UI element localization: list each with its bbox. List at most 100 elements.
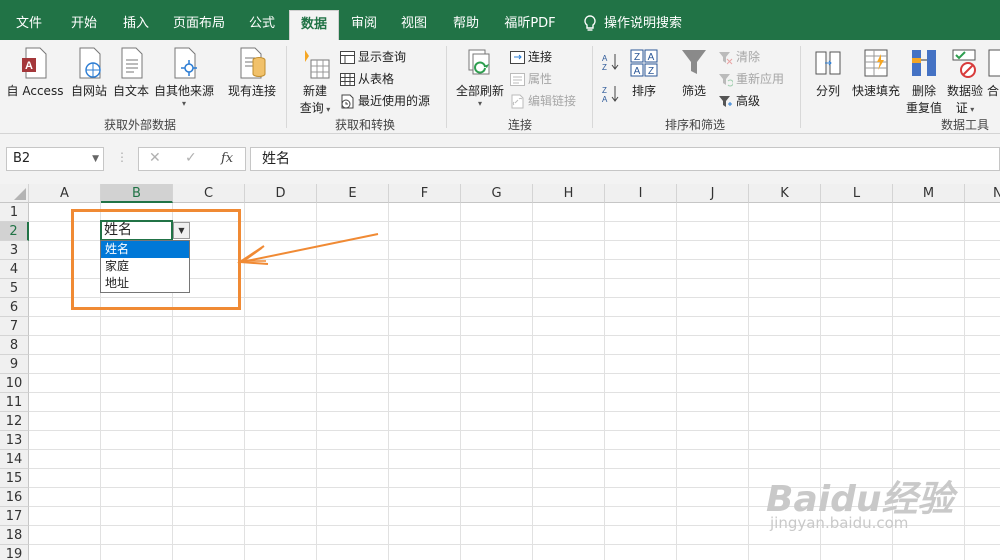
from-web-button[interactable]: 自网站 <box>68 46 110 99</box>
column-header[interactable]: I <box>605 184 677 203</box>
edit-links-button[interactable]: 编辑链接 <box>510 92 576 109</box>
flash-fill-button[interactable]: 快速填充 <box>850 46 902 99</box>
data-validation-icon <box>952 49 976 78</box>
sort-dialog-icon: Z AA Z <box>630 49 658 77</box>
ribbon-separator <box>592 46 593 128</box>
new-query-label-2: 查询 <box>299 101 324 115</box>
column-header[interactable]: H <box>533 184 605 203</box>
data-validation-button[interactable]: 数据验 证 ▾ <box>946 46 984 116</box>
column-header[interactable]: G <box>461 184 533 203</box>
row-header[interactable]: 3 <box>0 241 29 260</box>
validation-label-2: 证 <box>955 101 968 115</box>
access-icon: A <box>22 47 47 79</box>
table-icon <box>340 73 355 86</box>
new-query-label-1: 新建 <box>302 84 327 98</box>
refresh-all-button[interactable]: 全部刷新 ▾ <box>452 46 508 108</box>
sort-az-button[interactable]: AZ <box>600 52 622 75</box>
row-header[interactable]: 10 <box>0 374 29 393</box>
reapply-button[interactable]: 重新应用 <box>718 70 784 87</box>
tab-foxit-pdf[interactable]: 福昕PDF <box>498 8 562 40</box>
consolidate-button[interactable]: 合 <box>986 46 1000 99</box>
row-header[interactable]: 4 <box>0 260 29 279</box>
formula-input[interactable]: 姓名 <box>250 147 1000 171</box>
from-table-button[interactable]: 从表格 <box>340 70 394 87</box>
existing-connections-button[interactable]: 现有连接 <box>224 46 280 99</box>
svg-text:A: A <box>648 52 655 63</box>
from-text-button[interactable]: 自文本 <box>110 46 152 99</box>
row-header[interactable]: 17 <box>0 507 29 526</box>
clear-filter-button[interactable]: 清除 <box>718 48 760 65</box>
column-header[interactable]: D <box>245 184 317 203</box>
ribbon-separator <box>286 46 287 128</box>
insert-function-icon[interactable]: fx <box>221 151 233 166</box>
sort-za-button[interactable]: ZA <box>600 84 622 107</box>
recent-sources-label: 最近使用的源 <box>358 94 431 108</box>
column-header[interactable]: A <box>29 184 101 203</box>
tell-me-search[interactable]: 操作说明搜索 <box>604 8 682 40</box>
chevron-down-icon[interactable]: ▼ <box>92 148 99 170</box>
column-header[interactable]: C <box>173 184 245 203</box>
gridline <box>29 449 1000 450</box>
row-header[interactable]: 7 <box>0 317 29 336</box>
row-header[interactable]: 1 <box>0 203 29 222</box>
connections-icon <box>510 51 525 64</box>
column-header[interactable]: E <box>317 184 389 203</box>
row-header[interactable]: 14 <box>0 450 29 469</box>
tab-view[interactable]: 视图 <box>392 8 436 40</box>
column-header[interactable]: K <box>749 184 821 203</box>
column-header[interactable]: N <box>965 184 1000 203</box>
recent-sources-button[interactable]: 最近使用的源 <box>340 92 430 109</box>
row-header[interactable]: 5 <box>0 279 29 298</box>
tab-data[interactable]: 数据 <box>289 10 339 41</box>
properties-label: 属性 <box>528 72 553 86</box>
new-query-icon <box>305 50 330 79</box>
tab-home[interactable]: 开始 <box>62 8 106 40</box>
tab-formulas[interactable]: 公式 <box>240 8 284 40</box>
tab-help[interactable]: 帮助 <box>444 8 488 40</box>
row-header[interactable]: 11 <box>0 393 29 412</box>
name-box[interactable]: B2 ▼ <box>6 147 104 171</box>
remove-dup-label-2: 重复值 <box>905 101 942 115</box>
gridline <box>29 430 1000 431</box>
advanced-filter-button[interactable]: 高级 <box>718 92 760 109</box>
remove-duplicates-button[interactable]: 删除 重复值 <box>904 46 944 116</box>
row-header[interactable]: 6 <box>0 298 29 317</box>
sort-button[interactable]: ZAAZ 排序 <box>626 46 662 99</box>
column-header-selected[interactable]: B <box>101 184 173 203</box>
show-queries-button[interactable]: 显示查询 <box>340 48 406 65</box>
row-header[interactable]: 19 <box>0 545 29 560</box>
tab-review[interactable]: 审阅 <box>342 8 386 40</box>
column-header[interactable]: F <box>389 184 461 203</box>
column-header[interactable]: J <box>677 184 749 203</box>
tab-page-layout[interactable]: 页面布局 <box>168 8 230 40</box>
row-header[interactable]: 8 <box>0 336 29 355</box>
from-other-sources-button[interactable]: 自其他来源 ▾ <box>152 46 216 108</box>
column-header[interactable]: M <box>893 184 965 203</box>
row-header[interactable]: 12 <box>0 412 29 431</box>
svg-text:A: A <box>602 54 608 63</box>
row-header[interactable]: 13 <box>0 431 29 450</box>
drag-handle-icon[interactable]: ⋮ <box>116 150 128 164</box>
row-header[interactable]: 18 <box>0 526 29 545</box>
from-access-button[interactable]: A 自 Access <box>4 46 66 99</box>
new-query-button[interactable]: 新建 查询 ▾ <box>294 46 336 116</box>
row-header[interactable]: 9 <box>0 355 29 374</box>
from-text-label: 自文本 <box>112 84 149 98</box>
cancel-icon[interactable]: ✕ <box>149 150 161 166</box>
row-header[interactable]: 15 <box>0 469 29 488</box>
text-to-columns-button[interactable]: 分列 <box>810 46 846 99</box>
row-header[interactable]: 16 <box>0 488 29 507</box>
column-header[interactable]: L <box>821 184 893 203</box>
name-box-value: B2 <box>13 151 31 166</box>
tab-file[interactable]: 文件 <box>8 8 50 40</box>
gridline <box>29 354 1000 355</box>
connections-button[interactable]: 连接 <box>510 48 552 65</box>
select-all-button[interactable] <box>0 184 29 203</box>
tab-insert[interactable]: 插入 <box>114 8 158 40</box>
row-header-selected[interactable]: 2 <box>0 222 29 241</box>
sort-ascending-icon: AZ <box>602 54 619 72</box>
filter-button[interactable]: 筛选 <box>676 46 712 99</box>
enter-icon[interactable]: ✓ <box>185 150 197 166</box>
properties-button[interactable]: 属性 <box>510 70 552 87</box>
lightbulb-icon[interactable] <box>578 8 602 40</box>
